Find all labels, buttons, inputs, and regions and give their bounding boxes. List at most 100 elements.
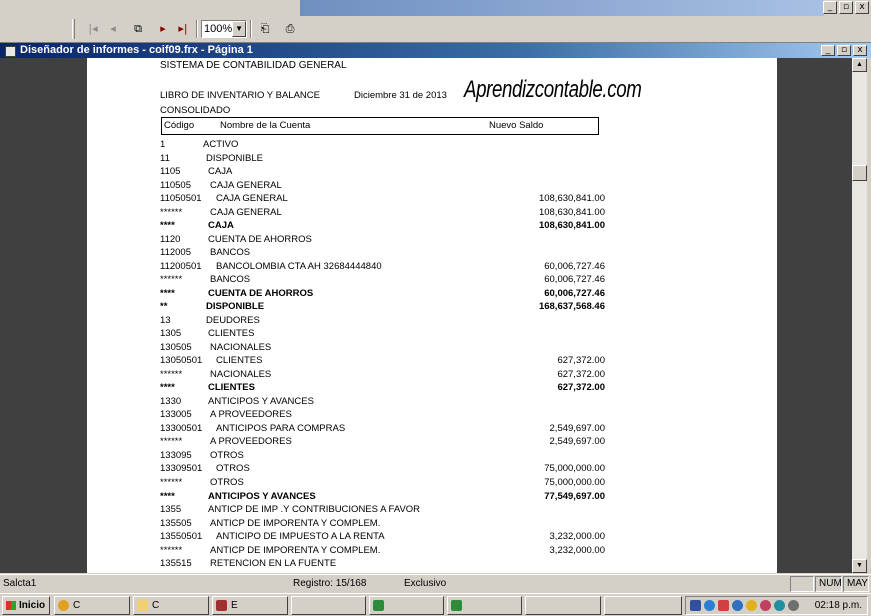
folder-icon [137,600,148,611]
account-row: ****** A PROVEEDORES 2,549,697.00 [160,436,605,449]
account-row: 13550501 ANTICIPO DE IMPUESTO A LA RENTA 3… [160,531,605,544]
zoom-value: 100% [204,23,233,35]
app-minimize-button[interactable]: _ [823,1,837,14]
taskbar-item-excel[interactable] [369,596,444,615]
status-num: NUM [815,576,842,592]
account-code: **** [160,287,175,299]
column-balance-header: Nuevo Saldo [489,120,544,131]
account-row: 112005 BANCOS [160,247,605,260]
account-balance: 627,372.00 [557,382,605,394]
account-row: 133095 OTROS [160,450,605,463]
account-code: **** [160,490,175,502]
taskbar-item-app[interactable]: E [212,596,288,615]
account-balance: 75,000,000.00 [544,463,605,475]
preview-toolbar: |◂ ◂ ⧉ ▸ ▸| 100% ▼ ⎗ ⎙ [0,16,871,43]
scope-label: CONSOLIDADO [160,105,231,116]
app-title-bar: _ ▫ x [0,0,871,16]
account-row: **** CAJA 108,630,841.00 [160,220,605,233]
account-balance: 60,006,727.46 [544,287,605,299]
system-title: SISTEMA DE CONTABILIDAD GENERAL [160,60,347,71]
account-row: 13300501 ANTICIPOS PARA COMPRAS 2,549,697.… [160,423,605,436]
account-code: 135505 [160,517,192,529]
vertical-scrollbar[interactable]: ▲ ▼ [852,58,867,573]
next-page-icon[interactable]: ▸ [153,20,173,38]
close-preview-icon[interactable]: ⎗ [255,20,275,38]
account-row: ****** BANCOS 60,006,727.46 [160,274,605,287]
account-code: ****** [160,206,183,218]
account-row: **** CUENTA DE AHORROS 60,006,727.46 [160,288,605,301]
alert-icon[interactable] [760,600,771,611]
system-tray: 02:18 p.m. [685,596,868,615]
account-row: 110505 CAJA GENERAL [160,180,605,193]
status-bar: Salcta1 Registro: 15/168 Exclusivo NUM M… [0,574,871,592]
account-balance: 627,372.00 [557,368,605,380]
clock-sync-icon[interactable] [788,600,799,611]
account-code: 112005 [160,247,191,259]
account-name: OTROS [210,477,244,488]
wifi-icon[interactable] [732,600,743,611]
account-balance: 108,630,841.00 [538,220,605,232]
volume-icon[interactable] [774,600,785,611]
previous-page-icon[interactable]: ◂ [103,20,123,38]
account-name: NACIONALES [210,341,272,353]
account-name: A PROVEEDORES [210,409,292,421]
scroll-down-icon[interactable]: ▼ [852,559,867,573]
report-restore-button[interactable]: ▫ [837,45,851,56]
account-name: CUENTA DE AHORROS [208,287,314,299]
account-code: **** [160,220,175,232]
account-row: 11200501 BANCOLOMBIA CTA AH 32684444840 60… [160,261,605,274]
taskbar-item-folder[interactable]: C [133,596,209,615]
app-restore-button[interactable]: ▫ [839,1,853,14]
first-page-icon[interactable]: |◂ [83,20,103,38]
account-balance: 3,232,000.00 [549,544,605,556]
account-code: 13309501 [160,463,203,475]
last-page-icon[interactable]: ▸| [173,20,193,38]
report-close-button[interactable]: x [853,45,867,56]
chrome-icon [58,600,69,611]
account-code: 11050501 [160,193,202,205]
account-code: 1105 [160,166,181,178]
taskbar-item-blank-3[interactable] [604,596,682,615]
account-name: A PROVEEDORES [210,436,292,448]
network-icon[interactable] [690,600,701,611]
zoom-select[interactable]: 100% ▼ [201,20,247,38]
toolbar-grip[interactable] [72,19,75,39]
chevron-down-icon[interactable]: ▼ [232,21,246,37]
taskbar-item-excel-2[interactable] [447,596,522,615]
taskbar: Inicio C C E 02:18 p.m. [0,593,871,616]
account-balance: 77,549,697.00 [544,490,605,502]
update-icon[interactable] [746,600,757,611]
printer-icon[interactable]: ⎙ [280,20,300,38]
security-icon[interactable] [718,600,729,611]
start-button[interactable]: Inicio [2,596,50,615]
scroll-thumb[interactable] [852,165,867,181]
account-row: 1 ACTIVO [160,139,605,152]
taskbar-item-blank[interactable] [291,596,366,615]
status-table: Salcta1 [3,578,37,589]
book-title: LIBRO DE INVENTARIO Y BALANCE [160,90,320,101]
account-row: 1105 CAJA [160,166,605,179]
column-code-header: Código [164,120,195,131]
taskbar-item-chrome[interactable]: C [54,596,130,615]
account-code: ****** [160,436,183,448]
spreadsheet-icon [451,600,462,611]
app-title-gradient [300,0,824,16]
account-code: ****** [160,544,183,556]
account-name: ANTICIPOS Y AVANCES [208,490,316,502]
globe-icon[interactable] [704,600,715,611]
report-minimize-button[interactable]: _ [821,45,835,56]
account-row: 1330 ANTICIPOS Y AVANCES [160,396,605,409]
account-code: 133005 [160,409,192,421]
account-row: 130505 NACIONALES [160,342,605,355]
account-name: OTROS [210,449,244,461]
app-close-button[interactable]: x [855,1,869,14]
account-name: BANCOS [210,247,251,259]
go-to-page-icon[interactable]: ⧉ [128,20,148,38]
taskbar-item-blank-2[interactable] [525,596,601,615]
preview-margin-right [777,58,852,573]
scroll-up-icon[interactable]: ▲ [852,58,867,72]
report-window-title: Diseñador de informes - coif09.frx - Pág… [0,43,871,58]
account-code: 1355 [160,504,182,516]
account-row: **** CLIENTES 627,372.00 [160,382,605,395]
account-row: 13050501 CLIENTES 627,372.00 [160,355,605,368]
